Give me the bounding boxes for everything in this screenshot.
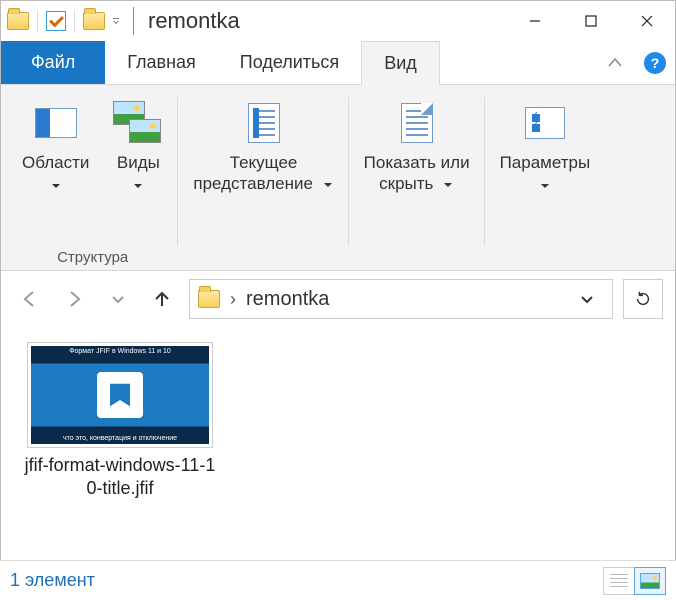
folder-icon: [198, 290, 220, 308]
current-view-label-2: представление: [193, 174, 313, 193]
forward-button[interactable]: [57, 282, 91, 316]
separator: [37, 10, 38, 32]
separator: [74, 10, 75, 32]
chevron-down-icon: [322, 179, 334, 191]
window-title: remontka: [148, 8, 240, 34]
list-icon: [610, 574, 628, 588]
close-button[interactable]: [619, 1, 675, 41]
image-app-icon: [97, 372, 143, 418]
tab-home[interactable]: Главная: [105, 41, 218, 84]
ribbon-tabs: Файл Главная Поделиться Вид ?: [1, 41, 675, 85]
collapse-ribbon-button[interactable]: [595, 41, 635, 84]
current-view-label-1: Текущее: [230, 152, 298, 173]
options-icon: [525, 107, 565, 139]
details-view-button[interactable]: [603, 567, 635, 595]
ribbon-group-options: Параметры: [485, 89, 606, 270]
current-view-button[interactable]: Текущее представление: [182, 93, 344, 243]
layouts-icon: [113, 101, 163, 145]
status-bar: 1 элемент: [0, 560, 676, 600]
chevron-down-icon: [51, 175, 61, 185]
ribbon: Области Виды Структура Текущее п: [1, 85, 675, 271]
file-name[interactable]: jfif-format-windows-11-10-title.jfif: [20, 454, 220, 501]
ribbon-group-layout: Области Виды Структура: [7, 89, 178, 270]
panes-label: Области: [22, 152, 89, 173]
refresh-button[interactable]: [623, 279, 663, 319]
chevron-down-icon: [133, 175, 143, 185]
chevron-down-icon: [540, 175, 550, 185]
help-button[interactable]: ?: [635, 41, 675, 84]
thumb-text-bottom: что это, конвертация и отключение: [31, 435, 209, 442]
title-bar: remontka: [1, 1, 675, 41]
breadcrumb-separator-icon[interactable]: ›: [230, 289, 236, 310]
qat-dropdown-icon[interactable]: [111, 16, 121, 26]
separator: [133, 7, 134, 35]
layouts-label: Виды: [117, 152, 160, 173]
show-hide-button[interactable]: Показать или скрыть: [353, 93, 481, 243]
ribbon-group-current-view: Текущее представление: [178, 89, 348, 270]
sort-columns-icon: [248, 103, 280, 143]
layouts-button[interactable]: Виды: [102, 93, 174, 243]
address-bar[interactable]: › remontka: [189, 279, 613, 319]
folder-icon[interactable]: [7, 12, 29, 30]
navigation-pane-icon: [35, 108, 77, 138]
item-count: 1 элемент: [10, 570, 95, 591]
minimize-button[interactable]: [507, 1, 563, 41]
chevron-down-icon: [442, 179, 454, 191]
file-list[interactable]: Формат JFIF в Windows 11 и 10 что это, к…: [1, 327, 675, 549]
maximize-button[interactable]: [563, 1, 619, 41]
window-controls: [507, 1, 675, 41]
options-label: Параметры: [500, 152, 591, 173]
up-button[interactable]: [145, 282, 179, 316]
file-item[interactable]: Формат JFIF в Windows 11 и 10 что это, к…: [15, 337, 225, 506]
show-hide-label-2: скрыть: [379, 174, 433, 193]
help-icon: ?: [644, 52, 666, 74]
show-hide-label-1: Показать или: [364, 152, 470, 173]
ribbon-group-label: Структура: [11, 244, 174, 270]
panes-button[interactable]: Области: [11, 93, 100, 243]
navigation-bar: › remontka: [1, 271, 675, 327]
folder-icon[interactable]: [83, 12, 105, 30]
thumbnails-view-button[interactable]: [634, 567, 666, 595]
tab-view[interactable]: Вид: [361, 41, 440, 85]
thumb-text-top: Формат JFIF в Windows 11 и 10: [31, 348, 209, 355]
page-icon: [401, 103, 433, 143]
tab-file[interactable]: Файл: [1, 41, 105, 84]
properties-checkbox-icon[interactable]: [46, 11, 66, 31]
address-dropdown-button[interactable]: [570, 282, 604, 316]
tab-share[interactable]: Поделиться: [218, 41, 361, 84]
recent-locations-button[interactable]: [101, 282, 135, 316]
file-thumbnail: Формат JFIF в Windows 11 и 10 что это, к…: [27, 342, 213, 448]
thumbnail-icon: [640, 573, 660, 589]
options-button[interactable]: Параметры: [489, 93, 602, 243]
breadcrumb-folder[interactable]: remontka: [246, 288, 329, 311]
ribbon-group-show-hide: Показать или скрыть: [349, 89, 485, 270]
back-button[interactable]: [13, 282, 47, 316]
quick-access-toolbar: [1, 10, 127, 32]
